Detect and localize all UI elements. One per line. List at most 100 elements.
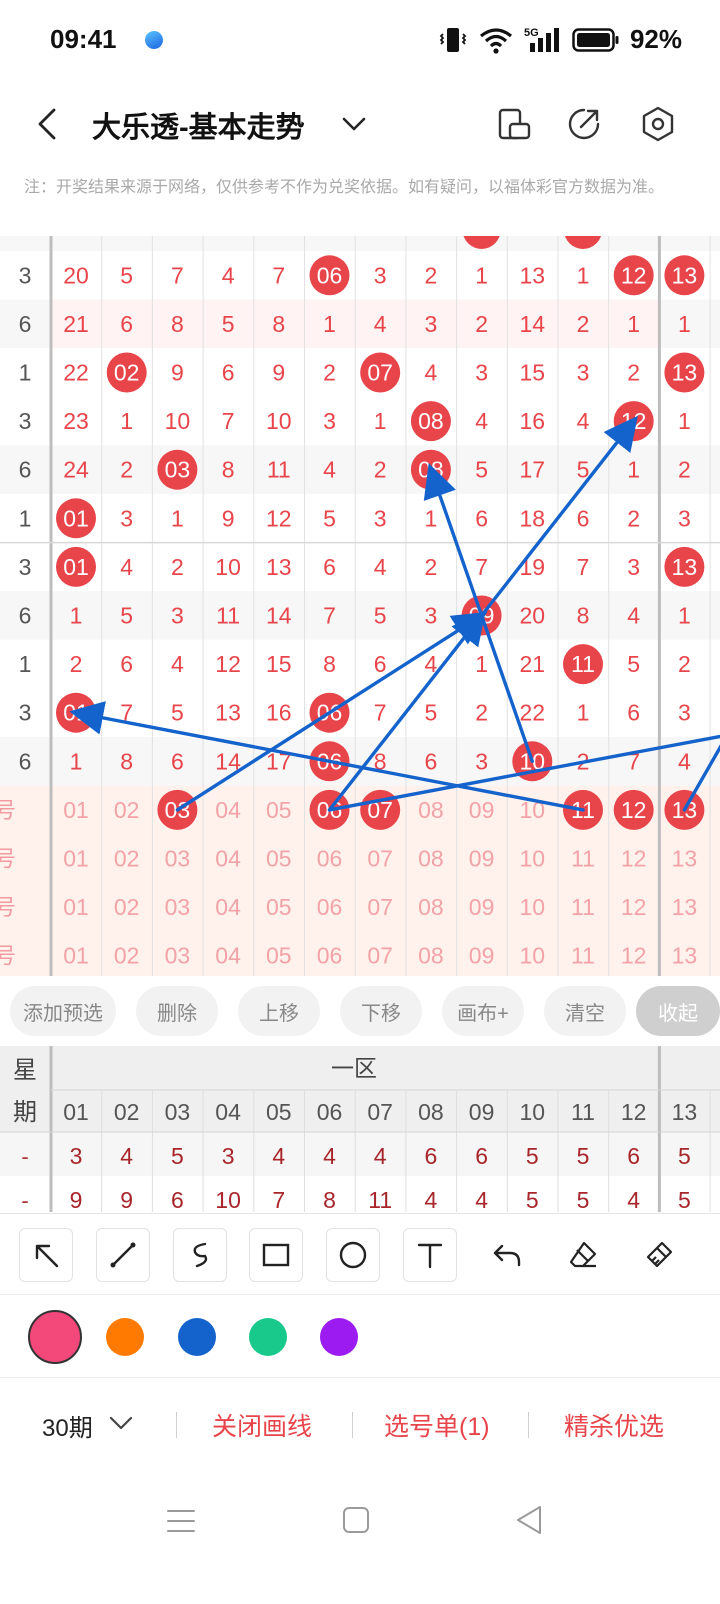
grid-cell: 6 bbox=[120, 651, 133, 677]
close-lines-button[interactable]: 关闭画线 bbox=[212, 1407, 312, 1443]
table-column-header: 01 bbox=[63, 1099, 89, 1125]
menu-icon[interactable] bbox=[166, 1506, 196, 1536]
grid-row-bg bbox=[0, 542, 720, 592]
pick-number: 13 bbox=[672, 846, 698, 872]
hit-ball-number: 03 bbox=[165, 457, 191, 483]
circle-tool[interactable] bbox=[326, 1228, 380, 1282]
add-preselect-button[interactable]: 添加预选 bbox=[10, 986, 116, 1036]
text-tool[interactable] bbox=[403, 1228, 457, 1282]
arrow-tool[interactable] bbox=[19, 1228, 73, 1282]
delete-button[interactable]: 删除 bbox=[136, 986, 218, 1036]
grid-cell: 5 bbox=[425, 700, 438, 726]
table-cell: 4 bbox=[323, 1143, 336, 1169]
period-selector[interactable]: 30期 bbox=[42, 1408, 93, 1443]
share-icon[interactable] bbox=[564, 104, 604, 144]
trend-grid[interactable]: 3 20 5 7 4 7 06 3 2 1 13 1 12 136 21 6 8 5 8 1 4 3 2 14 2 1 11 22 02… bbox=[0, 236, 720, 976]
grid-cell: 4 bbox=[577, 408, 590, 434]
table-cell: 9 bbox=[70, 1187, 83, 1212]
grid-cell: 16 bbox=[266, 700, 292, 726]
color-swatch-orange[interactable] bbox=[106, 1318, 144, 1356]
grid-cell: 1 bbox=[475, 262, 488, 288]
table-cell: 8 bbox=[323, 1187, 336, 1212]
grid-row-bg bbox=[0, 445, 720, 494]
line-icon bbox=[110, 1242, 136, 1268]
grid-cell: 4 bbox=[374, 554, 387, 580]
statistics-table: 星期 一区 01 02 03 04 05 06 07 08 09 10 11 12 13 - 3 4 5 3 4 4 4 6 6… bbox=[0, 1046, 720, 1212]
grid-cell: 2 bbox=[171, 554, 184, 580]
pick-number: 02 bbox=[114, 943, 140, 969]
eraser-tool[interactable] bbox=[556, 1228, 610, 1282]
pick-number: 12 bbox=[621, 943, 647, 969]
grid-row-bg bbox=[0, 688, 720, 737]
color-palette bbox=[0, 1296, 720, 1378]
grid-cell: 1 bbox=[577, 262, 590, 288]
grid-cell: 3 bbox=[120, 505, 133, 531]
text-icon bbox=[417, 1243, 443, 1269]
pick-number: 03 bbox=[165, 943, 191, 969]
grid-cell: 4 bbox=[627, 603, 640, 629]
color-swatch-green[interactable] bbox=[249, 1318, 287, 1356]
grid-cell: 7 bbox=[323, 603, 336, 629]
pick-row-label: 号 bbox=[0, 944, 16, 969]
grid-cell: 1 bbox=[627, 457, 640, 483]
grid-cell: 7 bbox=[171, 262, 184, 288]
pick-number: 10 bbox=[520, 846, 546, 872]
grid-cell: 6 bbox=[577, 505, 590, 531]
back-triangle-icon[interactable] bbox=[514, 1504, 544, 1536]
pick-number: 07 bbox=[367, 943, 393, 969]
canvas-plus-button[interactable]: 画布+ bbox=[442, 986, 524, 1036]
battery-percent: 92% bbox=[629, 24, 682, 54]
grid-cell: 1 bbox=[70, 603, 83, 629]
grid-cell: 2 bbox=[425, 262, 438, 288]
table-cell: 6 bbox=[627, 1143, 640, 1169]
hit-ball-number: 07 bbox=[367, 360, 393, 386]
grid-cell: 3 bbox=[475, 360, 488, 386]
grid-cell: 4 bbox=[171, 651, 184, 677]
pick-number: 01 bbox=[63, 943, 89, 969]
grid-cell: 13 bbox=[520, 262, 546, 288]
grid-cell: 1 bbox=[627, 311, 640, 337]
grid-cell: 5 bbox=[374, 603, 387, 629]
back-arrow-icon[interactable] bbox=[28, 104, 68, 144]
hit-ball-number: 08 bbox=[418, 408, 444, 434]
table-column-header: 13 bbox=[672, 1099, 698, 1125]
grid-cell: 9 bbox=[222, 505, 235, 531]
pick-number: 13 bbox=[672, 894, 698, 920]
data-disclaimer: 注：开奖结果来源于网络，仅供参考不作为兑奖依据。如有疑问，以福体彩官方数据为准。 bbox=[24, 179, 665, 196]
grid-cell: 6 bbox=[627, 700, 640, 726]
arrow-icon bbox=[35, 1244, 59, 1268]
table-cell: 3 bbox=[70, 1143, 83, 1169]
grid-cell: 7 bbox=[475, 554, 488, 580]
grid-cell: 1 bbox=[374, 408, 387, 434]
move-down-button[interactable]: 下移 bbox=[340, 986, 422, 1036]
pick-number: 01 bbox=[63, 797, 89, 823]
screen-rotate-icon[interactable] bbox=[494, 104, 534, 144]
trend-chart[interactable]: 3 20 5 7 4 7 06 3 2 1 13 1 12 13 6 21 6 8 5 8 1 4 3 2 14 2 1 1 1 22 02… bbox=[0, 236, 720, 976]
clear-brush-tool[interactable] bbox=[632, 1228, 686, 1282]
undo-tool[interactable] bbox=[480, 1228, 534, 1282]
chevron-down-icon[interactable] bbox=[108, 1413, 134, 1433]
grid-cell: 5 bbox=[323, 505, 336, 531]
chevron-down-icon[interactable] bbox=[340, 112, 368, 136]
settings-icon[interactable] bbox=[638, 104, 678, 144]
line-tool[interactable] bbox=[96, 1228, 150, 1282]
pick-number: 03 bbox=[165, 846, 191, 872]
table-column-header: 11 bbox=[571, 1099, 595, 1125]
home-icon[interactable] bbox=[342, 1506, 370, 1534]
collapse-button[interactable]: 收起 bbox=[636, 986, 720, 1036]
clear-button[interactable]: 清空 bbox=[544, 986, 626, 1036]
undo-icon bbox=[493, 1244, 521, 1267]
optimize-button[interactable]: 精杀优选 bbox=[564, 1407, 664, 1443]
ticket-button[interactable]: 选号单(1) bbox=[384, 1407, 490, 1443]
color-swatch-pink[interactable] bbox=[28, 1310, 82, 1364]
color-swatch-blue[interactable] bbox=[178, 1318, 216, 1356]
pick-number: 01 bbox=[63, 846, 89, 872]
color-swatch-purple[interactable] bbox=[320, 1318, 358, 1356]
svg-text:5G: 5G bbox=[524, 27, 539, 39]
page-title[interactable]: 大乐透-基本走势 bbox=[92, 104, 305, 146]
freehand-tool[interactable] bbox=[173, 1228, 227, 1282]
grid-cell: 8 bbox=[272, 311, 285, 337]
move-up-button[interactable]: 上移 bbox=[238, 986, 320, 1036]
pick-row-label: 号 bbox=[0, 895, 16, 920]
rectangle-tool[interactable] bbox=[249, 1228, 303, 1282]
